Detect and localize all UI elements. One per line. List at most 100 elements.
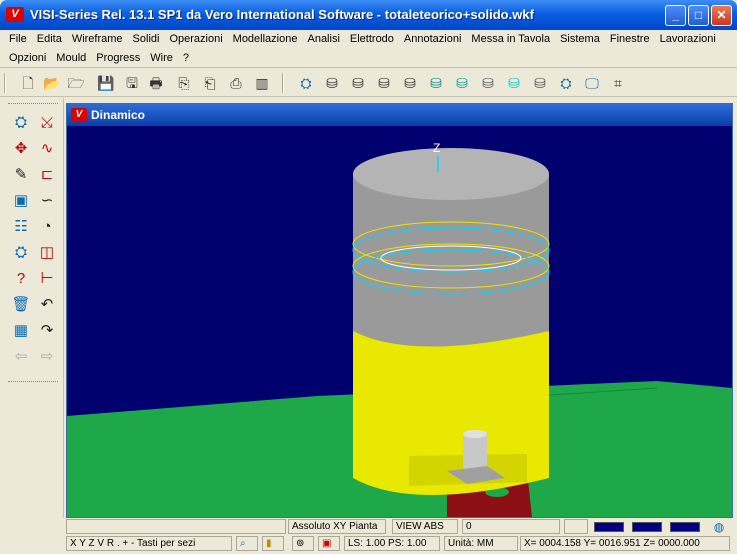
list-icon[interactable]: ☷: [10, 216, 32, 238]
status-empty-cell: [564, 519, 588, 534]
box-icon[interactable]: ◫: [36, 242, 58, 264]
cylinder-outline-icon[interactable]: ⛁: [374, 73, 394, 93]
cylinder-top-face: [353, 148, 549, 200]
bolt-top: [463, 430, 487, 438]
menu-annotazioni[interactable]: Annotazioni: [399, 31, 467, 47]
edit-entity-icon[interactable]: ▣: [10, 190, 32, 212]
undo-icon[interactable]: ↶: [36, 294, 58, 316]
delete-icon[interactable]: 🗑: [10, 294, 32, 316]
status-message: [66, 519, 286, 534]
help-query-icon[interactable]: ?: [10, 268, 32, 290]
render-icon[interactable]: ⛭: [296, 73, 316, 93]
cylinder-hidden-icon[interactable]: ⛁: [348, 73, 368, 93]
viewport-title-bar[interactable]: V Dinamico: [67, 104, 732, 126]
render-tool-icon[interactable]: ⛭: [10, 242, 32, 264]
menu-operazioni[interactable]: Operazioni: [164, 31, 227, 47]
plot-icon[interactable]: ⎙: [226, 73, 246, 93]
menu-analisi[interactable]: Analisi: [302, 31, 344, 47]
redo-icon[interactable]: ↷: [36, 320, 58, 342]
offset-icon[interactable]: ⊏: [36, 164, 58, 186]
viewport-window: V Dinamico Z: [66, 103, 733, 518]
units-indicator: Unità: MM: [444, 536, 518, 551]
main-toolbar: 🗋 📂 🗁 💾 🖫 🖶 ⎘ ⎗ ⎙ ▥ ⛭ ⛁ ⛁ ⛁ ⛁ ⛁ ⛁ ⛁ ⛁ ⛁ …: [0, 69, 737, 97]
properties-icon[interactable]: ▦: [10, 320, 32, 342]
feature-tool-icon[interactable]: ⛭: [10, 112, 32, 134]
zoom-icon[interactable]: ⌕: [236, 536, 258, 551]
open-folder-icon[interactable]: 📂: [42, 73, 62, 93]
menu-elettrodo[interactable]: Elettrodo: [345, 31, 399, 47]
minimize-button[interactable]: _: [665, 5, 686, 26]
globe-icon[interactable]: ◍: [710, 519, 728, 535]
menu-mould[interactable]: Mould: [51, 50, 91, 66]
menu-file[interactable]: File: [4, 31, 32, 47]
print-icon[interactable]: 🖶: [146, 73, 166, 93]
status-value: 0: [462, 519, 560, 534]
spline-icon[interactable]: ∽: [36, 190, 58, 212]
cylinder-smooth-icon[interactable]: ⛁: [452, 73, 472, 93]
cylinder-mesh-icon[interactable]: ⛁: [530, 73, 550, 93]
menu-messa-in-tavola[interactable]: Messa in Tavola: [466, 31, 555, 47]
line-scale: LS: 1.00 PS: 1.00: [344, 536, 440, 551]
window-title-bar[interactable]: V VISI-Series Rel. 13.1 SP1 da Vero Inte…: [0, 0, 737, 30]
import-icon[interactable]: ⎘: [174, 73, 194, 93]
coordinate-readout: X= 0004.158 Y= 0016.951 Z= 0000.000: [520, 536, 730, 551]
menu-solidi[interactable]: Solidi: [128, 31, 165, 47]
monitor-icon[interactable]: 🖵: [582, 73, 602, 93]
menu-progress[interactable]: Progress: [91, 50, 145, 66]
maximize-button[interactable]: □: [688, 5, 709, 26]
axis-z-label: Z: [433, 141, 440, 155]
dimension-icon[interactable]: ⊢: [36, 268, 58, 290]
menu-sistema[interactable]: Sistema: [555, 31, 605, 47]
trim-icon[interactable]: ⤩: [36, 112, 58, 134]
status-color-indicator: [670, 522, 700, 532]
menu-lavorazioni[interactable]: Lavorazioni: [655, 31, 721, 47]
cylinder-edges-icon[interactable]: ⛁: [478, 73, 498, 93]
toolbar-grip: [4, 73, 6, 93]
menu-opzioni[interactable]: Opzioni: [4, 50, 51, 66]
export-icon[interactable]: ⎗: [200, 73, 220, 93]
menu-finestre[interactable]: Finestre: [605, 31, 655, 47]
move-icon[interactable]: ✥: [10, 138, 32, 160]
menu-modellazione[interactable]: Modellazione: [228, 31, 303, 47]
window-title: VISI-Series Rel. 13.1 SP1 da Vero Intern…: [30, 7, 534, 22]
left-tool-palette: ⛭ ⤩ ✥ ∿ ✎ ⊏ ▣ ∽ ☷ ◔ ⛭ ◫ ? ⊢ 🗑 ↶ ▦ ↷ ⇦ ⇨: [0, 98, 64, 518]
menu-wireframe[interactable]: Wireframe: [67, 31, 128, 47]
menu-wire[interactable]: Wire: [145, 50, 178, 66]
status-view-abs: VIEW ABS: [392, 519, 458, 534]
open-archive-icon[interactable]: 🗁: [66, 73, 86, 93]
palette-grip: [8, 103, 58, 105]
save-icon[interactable]: 💾: [96, 73, 116, 93]
menu-bar: File Edita Wireframe Solidi Operazioni Modell…: [0, 30, 737, 68]
snap-icon[interactable]: ▣: [318, 536, 340, 551]
modify-icon[interactable]: ✎: [10, 164, 32, 186]
render-settings-icon[interactable]: ⛭: [556, 73, 576, 93]
toolbar-separator: [282, 73, 284, 93]
grid-snap-icon[interactable]: ⌗: [608, 73, 628, 93]
fillet-icon[interactable]: ◔: [36, 216, 58, 238]
cylinder-dashed-icon[interactable]: ⛁: [400, 73, 420, 93]
save-all-icon[interactable]: 🖫: [122, 73, 142, 93]
cylinder-transparent-icon[interactable]: ⛁: [504, 73, 524, 93]
menu-row-secondary: Opzioni Mould Progress Wire?: [4, 50, 194, 68]
layer-icon[interactable]: ▮: [262, 536, 284, 551]
3d-scene: Z: [67, 126, 732, 517]
arrow-left-icon[interactable]: ⇦: [10, 346, 32, 368]
lock-icon[interactable]: ⊚: [292, 536, 314, 551]
curve-point-icon[interactable]: ∿: [36, 138, 58, 160]
viewport-title: Dinamico: [91, 108, 146, 122]
palette-grip-bottom: [8, 381, 58, 383]
status-view-mode: Assoluto XY Pianta: [288, 519, 386, 534]
cylinder-shaded-icon[interactable]: ⛁: [426, 73, 446, 93]
layout-icon[interactable]: ▥: [252, 73, 272, 93]
arrow-right-icon[interactable]: ⇨: [36, 346, 58, 368]
status-color-indicator: [632, 522, 662, 532]
menu-row-primary: File Edita Wireframe Solidi Operazioni Modell…: [4, 31, 721, 49]
3d-viewport[interactable]: Z: [67, 126, 732, 517]
close-button[interactable]: ✕: [711, 5, 732, 26]
app-logo-icon: V: [6, 7, 24, 22]
menu-edita[interactable]: Edita: [32, 31, 67, 47]
menu-help[interactable]: ?: [178, 50, 194, 66]
new-file-icon[interactable]: 🗋: [18, 73, 38, 93]
viewport-logo-icon: V: [71, 108, 87, 122]
cylinder-wire-icon[interactable]: ⛁: [322, 73, 342, 93]
